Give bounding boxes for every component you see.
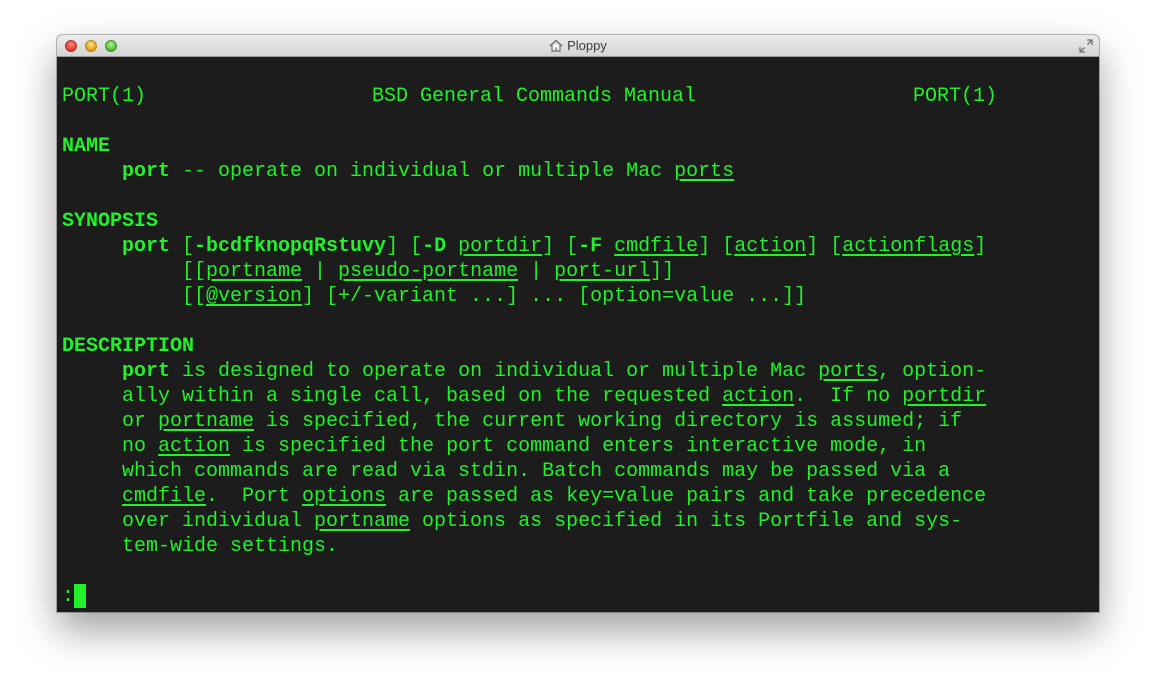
text-cursor bbox=[74, 584, 87, 608]
text: no bbox=[122, 435, 159, 458]
man-header: PORT(1) BSD General Commands Manual PORT(1… bbox=[62, 84, 997, 109]
command-name: port bbox=[122, 235, 171, 258]
text: are passed as key=value pairs and take p… bbox=[386, 485, 987, 508]
arg-portdir[interactable]: portdir bbox=[902, 385, 986, 408]
text: ]] bbox=[650, 260, 675, 283]
text: ] [ bbox=[386, 235, 423, 258]
arg-action[interactable]: action bbox=[734, 235, 806, 258]
text: tem-wide settings. bbox=[122, 535, 339, 558]
arg-actionflags[interactable]: actionflags bbox=[842, 235, 974, 258]
text: options as specified in its Portfile and… bbox=[410, 510, 963, 533]
home-icon bbox=[549, 39, 563, 52]
arg-version[interactable]: @version bbox=[206, 285, 302, 308]
header-right: PORT(1) bbox=[913, 85, 998, 108]
text: | bbox=[518, 260, 555, 283]
link-options[interactable]: options bbox=[302, 485, 386, 508]
arg-cmdfile[interactable]: cmdfile bbox=[614, 235, 698, 258]
pager-prompt[interactable]: : bbox=[62, 584, 87, 609]
description-line-4: no action is specified the port command … bbox=[122, 434, 926, 459]
description-line-7: over individual portname options as spec… bbox=[122, 509, 962, 534]
arg-action[interactable]: action bbox=[722, 385, 794, 408]
prompt-colon: : bbox=[62, 585, 75, 608]
text: which commands are read via stdin. Batch… bbox=[122, 460, 951, 483]
description-line-8: tem-wide settings. bbox=[122, 534, 338, 559]
arg-action[interactable]: action bbox=[158, 435, 230, 458]
text: is designed to operate on individual or … bbox=[170, 360, 819, 383]
fullscreen-icon[interactable] bbox=[1079, 39, 1093, 53]
header-left: PORT(1) bbox=[62, 85, 147, 108]
text: . If no bbox=[794, 385, 903, 408]
text: ] bbox=[974, 235, 987, 258]
link-ports[interactable]: ports bbox=[818, 360, 878, 383]
text: or bbox=[122, 410, 159, 433]
arg-port-url[interactable]: port-url bbox=[554, 260, 650, 283]
arg-cmdfile[interactable]: cmdfile bbox=[122, 485, 206, 508]
window-title-area: Ploppy bbox=[57, 35, 1099, 57]
name-text: -- operate on individual or multiple Mac bbox=[170, 160, 675, 183]
text: [[ bbox=[182, 285, 207, 308]
text: ] [ bbox=[806, 235, 843, 258]
flags: -bcdfknopqRstuvy bbox=[194, 235, 387, 258]
description-line-6: cmdfile. Port options are passed as key=… bbox=[122, 484, 986, 509]
text: ] [ bbox=[698, 235, 735, 258]
title-bar[interactable]: Ploppy bbox=[57, 35, 1099, 57]
text: is specified the port command enters int… bbox=[230, 435, 927, 458]
command-name: port bbox=[122, 360, 171, 383]
arg-portdir[interactable]: portdir bbox=[458, 235, 542, 258]
text: [ bbox=[170, 235, 195, 258]
terminal-content[interactable]: PORT(1) BSD General Commands Manual PORT(1… bbox=[57, 57, 1099, 612]
description-line-2: ally within a single call, based on the … bbox=[122, 384, 986, 409]
arg-pseudo-portname[interactable]: pseudo-portname bbox=[338, 260, 518, 283]
name-heading: NAME bbox=[62, 135, 111, 158]
text: . Port bbox=[206, 485, 303, 508]
description-line-5: which commands are read via stdin. Batch… bbox=[122, 459, 950, 484]
text: | bbox=[302, 260, 339, 283]
terminal-window: Ploppy PORT(1) BSD General Commands Manua… bbox=[57, 35, 1099, 612]
text: ally within a single call, based on the … bbox=[122, 385, 723, 408]
header-center: BSD General Commands Manual bbox=[372, 85, 697, 108]
name-line: port -- operate on individual or multipl… bbox=[122, 159, 734, 184]
synopsis-line-1: port [-bcdfknopqRstuvy] [-D portdir] [-F… bbox=[122, 234, 986, 259]
arg-portname[interactable]: portname bbox=[158, 410, 254, 433]
text: ] [+/-variant ...] ... [option=value ...… bbox=[302, 285, 807, 308]
synopsis-line-2: [[portname | pseudo-portname | port-url]… bbox=[182, 259, 674, 284]
command-name: port bbox=[122, 160, 171, 183]
text: [[ bbox=[182, 260, 207, 283]
link-ports[interactable]: ports bbox=[674, 160, 734, 183]
description-line-3: or portname is specified, the current wo… bbox=[122, 409, 962, 434]
text: , option- bbox=[878, 360, 987, 383]
flag-F: -F bbox=[578, 235, 603, 258]
arg-portname[interactable]: portname bbox=[314, 510, 410, 533]
text bbox=[446, 235, 458, 258]
window-title: Ploppy bbox=[567, 38, 607, 53]
text: over individual bbox=[122, 510, 315, 533]
text: is specified, the current working direct… bbox=[254, 410, 963, 433]
text: ] [ bbox=[542, 235, 579, 258]
synopsis-heading: SYNOPSIS bbox=[62, 210, 159, 233]
synopsis-line-3: [[@version] [+/-variant ...] ... [option… bbox=[182, 284, 806, 309]
description-heading: DESCRIPTION bbox=[62, 335, 195, 358]
flag-D: -D bbox=[422, 235, 447, 258]
description-line-1: port is designed to operate on individua… bbox=[122, 359, 986, 384]
arg-portname[interactable]: portname bbox=[206, 260, 302, 283]
text bbox=[602, 235, 614, 258]
